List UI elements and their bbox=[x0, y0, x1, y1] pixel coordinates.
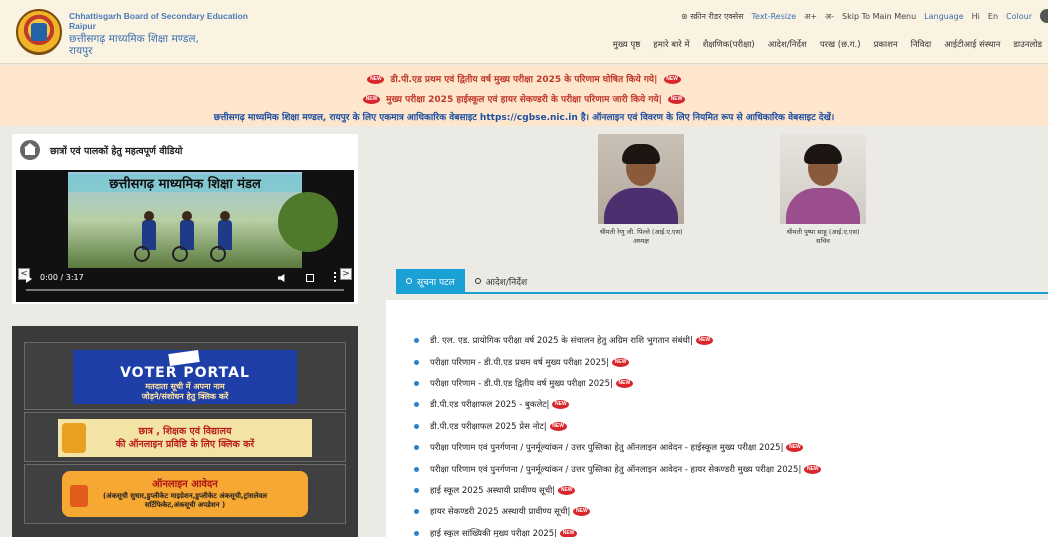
online-application-banner[interactable]: ऑनलाइन आवेदन (अंकसूची सुधार,डुप्लीकेट मा… bbox=[62, 471, 308, 517]
new-badge-icon: NEW bbox=[612, 357, 630, 367]
nav-item-home[interactable]: मुख्य पृष्ठ bbox=[613, 39, 641, 50]
nav-item-publication[interactable]: प्रकाशन bbox=[874, 39, 898, 50]
font-decrease-button[interactable]: अ- bbox=[825, 11, 834, 22]
chairman-name: श्रीमती रेणु जी. पिल्ले (आई.ए.एस) bbox=[599, 228, 683, 236]
nav-item-orders[interactable]: आदेश/निर्देश bbox=[768, 39, 807, 50]
nav-item-download[interactable]: डाउनलोड bbox=[1013, 39, 1042, 50]
new-badge-icon: NEW bbox=[615, 378, 633, 388]
org-name-english[interactable]: Chhattisgarh Board of Secondary Educatio… bbox=[69, 11, 248, 31]
secretary-name: श्रीमती पुष्पा साहू (आई.ए.एस) bbox=[786, 228, 860, 236]
video-title: छत्तीसगढ़ माध्यमिक शिक्षा मंडल bbox=[68, 174, 302, 192]
volume-icon[interactable] bbox=[278, 274, 285, 282]
officials-section: श्रीमती रेणु जी. पिल्ले (आई.ए.एस) अध्यक्… bbox=[590, 134, 890, 259]
nav-item-tender[interactable]: निविदा bbox=[911, 39, 932, 50]
online-application-card[interactable]: ऑनलाइन आवेदन (अंकसूची सुधार,डुप्लीकेट मा… bbox=[24, 464, 346, 524]
official-chairman: श्रीमती रेणु जी. पिल्ले (आई.ए.एस) अध्यक्… bbox=[598, 134, 684, 246]
font-increase-button[interactable]: अ+ bbox=[804, 11, 817, 22]
announcement-item[interactable]: NEW डी.पी.एड प्रथम एवं द्वितीय वर्ष मुख्… bbox=[0, 72, 1048, 85]
notice-tabs: सूचना पटल आदेश/निर्देश bbox=[396, 269, 537, 293]
nav-item-about[interactable]: हमारे बारे में bbox=[653, 39, 689, 50]
official-website-notice: छत्तीसगढ़ माध्यमिक शिक्षा मण्डल, रायपुर … bbox=[213, 113, 835, 123]
new-badge-icon: NEW bbox=[695, 336, 713, 346]
new-badge-icon: NEW bbox=[663, 75, 681, 84]
new-badge-icon: NEW bbox=[367, 75, 385, 84]
secretary-role: सचिव bbox=[816, 237, 830, 245]
notice-item[interactable]: परीक्षा परिणाम एवं पुनर्गणना / पुनर्मूल्… bbox=[414, 458, 1048, 479]
new-badge-icon: NEW bbox=[560, 528, 578, 537]
colour-label: Colour bbox=[1006, 11, 1032, 21]
screen-reader-link[interactable]: ⊛ स्क्रीन रीडर एक्सेस bbox=[681, 11, 744, 22]
tab-dot-icon bbox=[406, 278, 412, 284]
language-english-button[interactable]: En bbox=[988, 12, 998, 21]
org-name-hindi[interactable]: छत्तीसगढ़ माध्यमिक शिक्षा मण्डल, रायपुर bbox=[69, 33, 199, 57]
chairman-role: अध्यक्ष bbox=[633, 237, 649, 245]
student-entry-card[interactable]: छात्र , शिक्षक एवं विद्यालय की ऑनलाइन प्… bbox=[24, 412, 346, 462]
student-entry-banner[interactable]: छात्र , शिक्षक एवं विद्यालय की ऑनलाइन प्… bbox=[58, 419, 312, 457]
play-icon[interactable] bbox=[26, 275, 32, 283]
tabs-underline bbox=[396, 292, 1048, 294]
language-hindi-button[interactable]: Hi bbox=[972, 12, 980, 21]
video-progress-bar[interactable] bbox=[26, 289, 344, 291]
notice-board: डी. एल. एड. प्रायोगिक परीक्षा वर्ष 2025 … bbox=[386, 300, 1048, 537]
notice-item[interactable]: डी.पी.एड परीक्षाफल 2025 - बुकलेट| NEW bbox=[414, 394, 1048, 415]
notice-item[interactable]: हाई स्कूल 2025 अस्थायी प्रावीण्य सूची| NE… bbox=[414, 480, 1048, 501]
board-logo-icon[interactable] bbox=[16, 9, 62, 55]
new-badge-icon: NEW bbox=[558, 485, 576, 495]
new-badge-icon: NEW bbox=[552, 400, 570, 410]
notice-item[interactable]: डी. एल. एड. प्रायोगिक परीक्षा वर्ष 2025 … bbox=[414, 330, 1048, 351]
new-badge-icon: NEW bbox=[668, 95, 686, 104]
ballot-icon bbox=[168, 349, 200, 367]
language-label: Language bbox=[924, 11, 964, 21]
new-badge-icon: NEW bbox=[573, 507, 591, 517]
voter-portal-banner[interactable]: VOTER PORTAL मतदाता सूची में अपना नाम जोड… bbox=[73, 349, 297, 404]
colour-toggle-icon[interactable] bbox=[1040, 9, 1048, 23]
new-badge-icon: NEW bbox=[786, 443, 804, 453]
text-resize-label: Text-Resize bbox=[751, 11, 797, 21]
main-nav: मुख्य पृष्ठ हमारे बारे में शैक्षणिक(परीक… bbox=[613, 39, 1042, 50]
notice-item[interactable]: परीक्षा परिणाम एवं पुनर्गणना / पुनर्मूल्… bbox=[414, 437, 1048, 458]
fullscreen-icon[interactable] bbox=[306, 274, 314, 282]
video-controls: 0:00 / 3:17 bbox=[16, 268, 354, 302]
video-panel-header: छात्रों एवं पालकों हेतु महत्वपूर्ण वीडिय… bbox=[12, 134, 358, 166]
announcement-banner: NEW डी.पी.एड प्रथम एवं द्वितीय वर्ष मुख्… bbox=[0, 65, 1048, 126]
nav-item-parakh[interactable]: परख (छ.ग.) bbox=[820, 39, 861, 50]
tab-notice-board[interactable]: सूचना पटल bbox=[396, 269, 465, 293]
more-options-icon[interactable] bbox=[334, 272, 336, 282]
home-icon bbox=[20, 140, 40, 160]
skip-to-main-link[interactable]: Skip To Main Menu bbox=[842, 12, 916, 21]
quick-links-panel: VOTER PORTAL मतदाता सूची में अपना नाम जोड… bbox=[12, 326, 358, 537]
tab-dot-icon bbox=[474, 278, 481, 284]
accessibility-bar: ⊛ स्क्रीन रीडर एक्सेस Text-Resize अ+ अ- … bbox=[681, 9, 1048, 23]
chairman-photo bbox=[598, 134, 684, 224]
video-panel: छात्रों एवं पालकों हेतु महत्वपूर्ण वीडिय… bbox=[12, 134, 358, 304]
notice-item[interactable]: हायर सेकण्डरी 2025 अस्थायी प्रावीण्य सूच… bbox=[414, 501, 1048, 522]
video-panel-title: छात्रों एवं पालकों हेतु महत्वपूर्ण वीडिय… bbox=[50, 145, 183, 157]
new-badge-icon: NEW bbox=[549, 421, 567, 431]
notice-item[interactable]: परीक्षा परिणाम - डी.पी.एड प्रथम वर्ष मुख… bbox=[414, 351, 1048, 372]
official-secretary: श्रीमती पुष्पा साहू (आई.ए.एस) सचिव bbox=[780, 134, 866, 246]
notice-item[interactable]: हाई स्कूल सांख्यिकी मुख्य परीक्षा 2025| N… bbox=[414, 523, 1048, 537]
new-badge-icon: NEW bbox=[804, 464, 822, 474]
video-time: 0:00 / 3:17 bbox=[40, 273, 84, 282]
video-player[interactable]: छत्तीसगढ़ माध्यमिक शिक्षा मंडल < > 0:00 … bbox=[16, 170, 354, 302]
site-header: Chhattisgarh Board of Secondary Educatio… bbox=[0, 0, 1048, 64]
tab-orders[interactable]: आदेश/निर्देश bbox=[465, 269, 537, 293]
notice-item[interactable]: डी.पी.एड परीक्षाफल 2025 प्रेस नोट| NEW bbox=[414, 416, 1048, 437]
voter-portal-card[interactable]: VOTER PORTAL मतदाता सूची में अपना नाम जोड… bbox=[24, 342, 346, 410]
student-logo-icon bbox=[62, 423, 86, 453]
secretary-photo bbox=[780, 134, 866, 224]
new-badge-icon: NEW bbox=[362, 95, 380, 104]
announcement-item[interactable]: NEW मुख्य परीक्षा 2025 हाईस्कूल एवं हायर… bbox=[0, 92, 1048, 105]
nav-item-iti[interactable]: आईटीआई संस्थान bbox=[944, 39, 1000, 50]
nav-item-academic[interactable]: शैक्षणिक(परीक्षा) bbox=[703, 39, 755, 50]
notice-item[interactable]: परीक्षा परिणाम - डी.पी.एड द्वितीय वर्ष म… bbox=[414, 373, 1048, 394]
